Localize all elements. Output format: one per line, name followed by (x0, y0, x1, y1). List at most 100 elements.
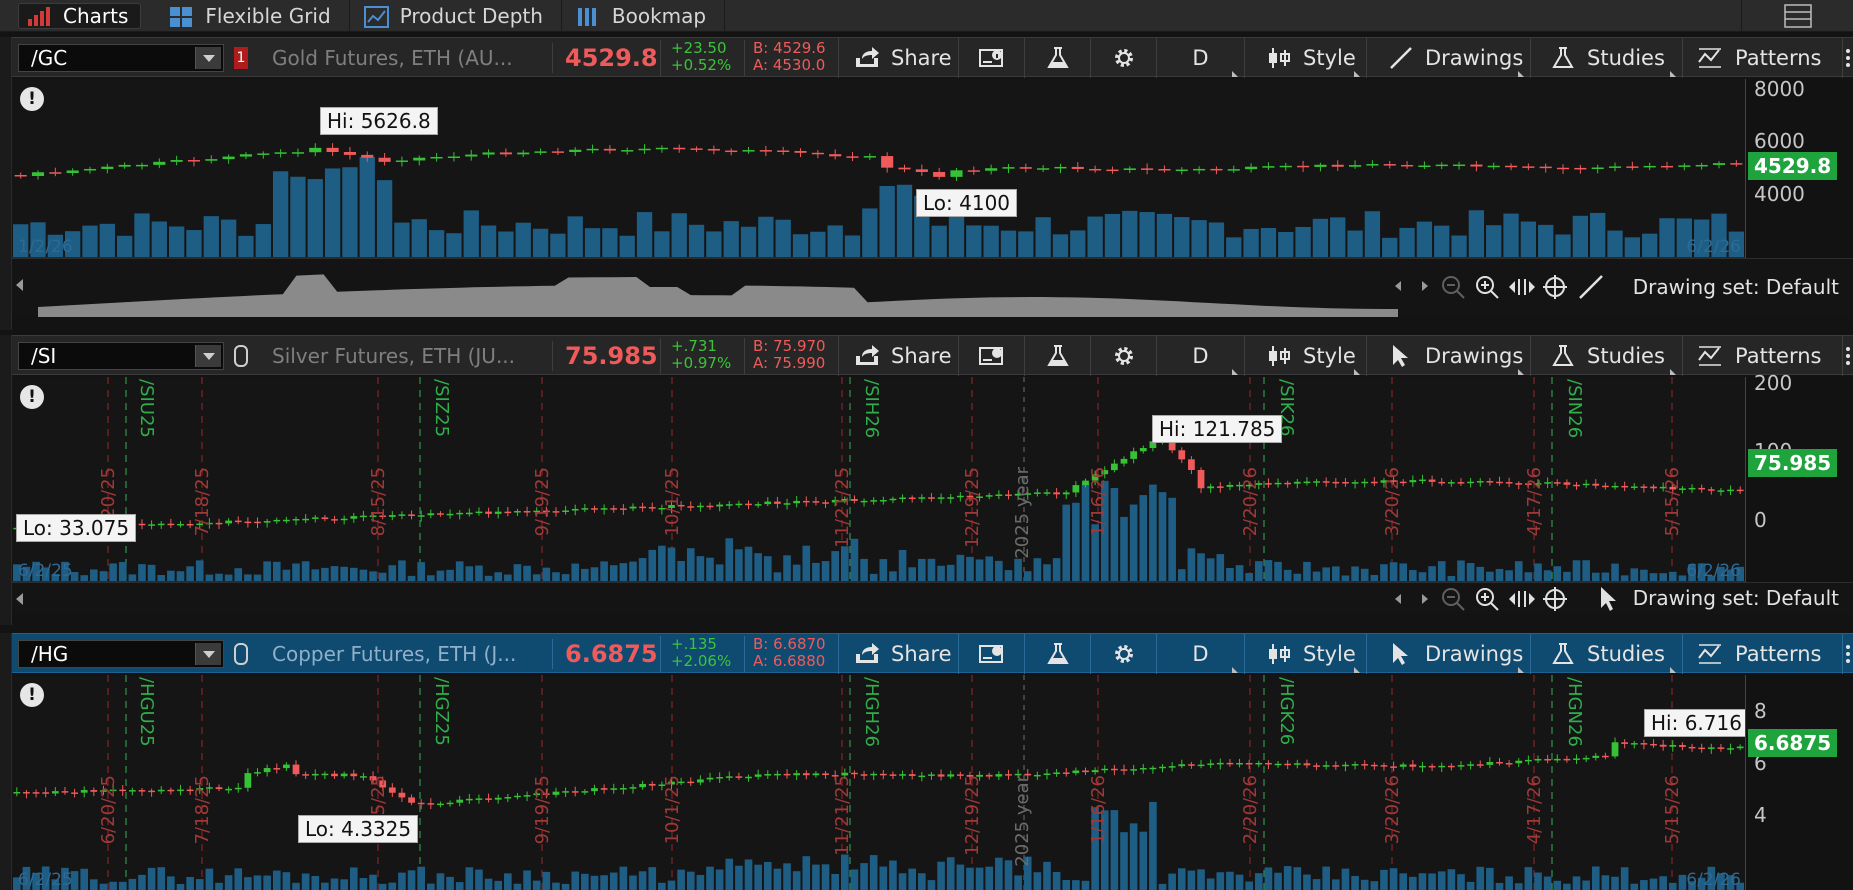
overview-area[interactable] (38, 259, 1408, 317)
scroll-next-button[interactable] (1422, 281, 1428, 291)
drawings-button[interactable]: Drawings (1366, 634, 1530, 674)
candle-body (638, 148, 651, 151)
chart-info-button[interactable] (958, 336, 1024, 376)
settings-button[interactable] (1090, 634, 1156, 674)
strategy-lab-button[interactable] (1024, 38, 1090, 78)
line-draw-icon[interactable] (1578, 274, 1604, 300)
candle-body (1504, 165, 1518, 168)
alert-icon[interactable]: ! (20, 87, 44, 111)
scroll-prev-button[interactable] (1395, 281, 1401, 291)
volume-bar (398, 872, 406, 890)
alert-icon[interactable]: ! (20, 683, 44, 707)
patterns-button[interactable]: Patterns (1682, 634, 1842, 674)
scroll-left-button[interactable] (16, 593, 23, 605)
candle-body (985, 495, 993, 497)
layout-menu-button[interactable] (1741, 0, 1853, 32)
chart-info-button[interactable] (958, 634, 1024, 674)
style-button[interactable]: Style (1244, 336, 1366, 376)
volume-bar (590, 567, 599, 581)
panel-resize-edge[interactable] (0, 335, 12, 625)
strategy-lab-button[interactable] (1024, 634, 1090, 674)
patterns-button[interactable]: Patterns (1682, 336, 1842, 376)
aggregation-period-button[interactable]: D (1156, 336, 1244, 376)
candle-body (61, 791, 69, 793)
panel-resize-edge[interactable] (0, 37, 12, 330)
scroll-next-button[interactable] (1422, 594, 1428, 604)
candle-body (1418, 165, 1431, 168)
share-button[interactable]: Share (838, 634, 958, 674)
link-icon[interactable] (234, 345, 248, 367)
candle-body (793, 500, 801, 504)
settings-button[interactable] (1090, 336, 1156, 376)
panel-menu-button[interactable] (1842, 336, 1853, 376)
settings-button[interactable] (1090, 38, 1156, 78)
studies-button[interactable]: Studies (1530, 336, 1682, 376)
tab-charts[interactable]: Charts (18, 2, 142, 29)
symbol-selector[interactable]: /GC (18, 44, 224, 72)
volume-bar (272, 870, 281, 890)
zoom-in-icon[interactable] (1474, 274, 1500, 300)
cursor-arrow-icon[interactable] (1598, 586, 1620, 612)
price-chart-area[interactable]: /SIU25 /SIZ25 /SIH26 /SIK26 /SIN26 6/20/… (12, 377, 1745, 582)
zoom-in-icon[interactable] (1474, 586, 1500, 612)
scroll-prev-button[interactable] (1395, 594, 1401, 604)
panel-menu-button[interactable] (1842, 634, 1853, 674)
chevron-down-icon[interactable] (195, 345, 221, 367)
chart-info-button[interactable] (958, 38, 1024, 78)
volume-bar (542, 871, 551, 890)
price-chart-area[interactable]: /HGU25 /HGZ25 /HGH26 /HGK26 /HGN26 6/20/… (12, 675, 1745, 890)
aggregation-period-button[interactable]: D (1156, 38, 1244, 78)
alert-icon[interactable]: ! (20, 385, 44, 409)
price-axis[interactable]: 8000 6000 4000 4529.8 (1745, 77, 1853, 258)
candle-body (1611, 485, 1619, 488)
tab-bookmap[interactable]: Bookmap (562, 0, 726, 32)
price-axis[interactable]: 8 6 4 6.6875 (1745, 675, 1853, 890)
drawing-set-selector[interactable]: Drawing set: Default (1633, 586, 1839, 610)
tab-flexible-grid[interactable]: Flexible Grid (155, 0, 350, 32)
crosshair-icon[interactable] (1542, 586, 1568, 612)
studies-button[interactable]: Studies (1530, 38, 1682, 78)
panel-menu-button[interactable] (1842, 38, 1853, 78)
candle-body (918, 775, 926, 778)
chevron-down-icon[interactable] (195, 47, 221, 69)
volume-bar (677, 560, 685, 581)
patterns-button[interactable]: Patterns (1682, 38, 1842, 78)
volume-bar (1389, 868, 1398, 890)
tab-product-depth[interactable]: Product Depth (350, 0, 562, 32)
volume-bar (411, 219, 427, 257)
fit-width-icon[interactable] (1508, 588, 1536, 610)
style-button[interactable]: Style (1244, 634, 1366, 674)
price-axis[interactable]: 200 100 0 75.985 (1745, 371, 1853, 582)
share-button[interactable]: Share (838, 38, 958, 78)
candle-body (482, 152, 495, 155)
zoom-out-icon[interactable] (1440, 274, 1466, 300)
candle-body (1400, 164, 1414, 167)
volume-bar (609, 872, 618, 890)
drawings-button[interactable]: Drawings (1366, 336, 1530, 376)
volume-bar (792, 564, 801, 581)
zoom-out-icon[interactable] (1440, 586, 1466, 612)
expiration-label: /HGH26 (861, 677, 882, 747)
symbol-selector[interactable]: /SI (18, 342, 224, 370)
link-icon[interactable] (234, 643, 248, 665)
studies-button[interactable]: Studies (1530, 634, 1682, 674)
volume-bar (966, 556, 974, 581)
symbol-selector[interactable]: /HG (18, 640, 224, 668)
candle-body (1698, 487, 1706, 490)
scroll-left-button[interactable] (16, 279, 23, 291)
chevron-down-icon[interactable] (195, 643, 221, 665)
fit-width-icon[interactable] (1508, 276, 1536, 298)
style-button[interactable]: Style (1244, 38, 1366, 78)
volume-bar (494, 880, 503, 890)
volume-bar (1364, 211, 1381, 257)
strategy-lab-button[interactable] (1024, 336, 1090, 376)
drawings-button[interactable]: Drawings (1366, 38, 1530, 78)
share-button[interactable]: Share (838, 336, 958, 376)
candle-body (1438, 481, 1446, 484)
panel-resize-edge[interactable] (0, 633, 12, 890)
drawing-set-selector[interactable]: Drawing set: Default (1633, 275, 1839, 299)
aggregation-period-button[interactable]: D (1156, 634, 1244, 674)
price-chart-area[interactable]: ! Hi: 5626.8 Lo: 4100 1/2/26 6/2/26 (12, 79, 1745, 258)
crosshair-icon[interactable] (1542, 274, 1568, 300)
link-group-badge[interactable]: 1 (234, 47, 248, 69)
